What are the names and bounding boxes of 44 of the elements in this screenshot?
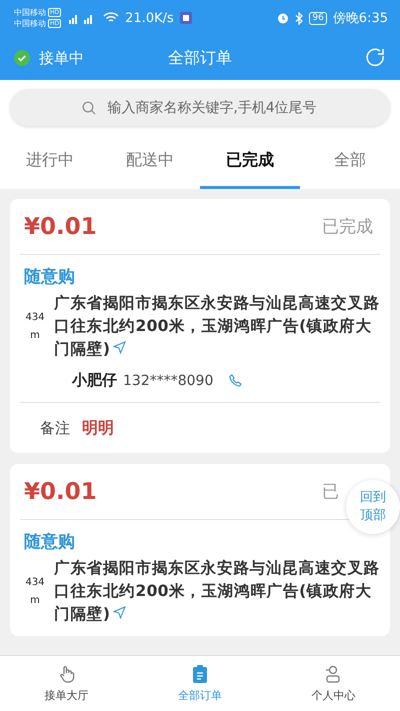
order-tab[interactable]: 全部 <box>300 134 400 189</box>
bluetooth-icon <box>295 12 304 24</box>
clipboard-icon <box>192 664 207 682</box>
person-icon <box>325 664 342 682</box>
bottom-nav-item[interactable]: 接单大厅 <box>0 656 134 711</box>
carrier-name: 中国移动 <box>14 18 46 29</box>
wifi-icon <box>103 12 120 24</box>
hand-icon <box>58 664 75 682</box>
order-status: 已 <box>322 482 339 502</box>
alarm-icon <box>277 12 290 24</box>
customer-name: 小肥仔 <box>72 371 117 390</box>
order-price: ¥0.01 <box>23 478 97 504</box>
navigation-icon[interactable] <box>113 341 126 354</box>
battery-level: 96 <box>309 12 327 24</box>
check-icon <box>14 50 30 66</box>
customer-phone: 132****8090 <box>123 372 214 388</box>
delivery-address: 广东省揭阳市揭东区永安路与汕昆高速交叉路口往东北约200米，玉湖鸿晖广告(镇政府大门隔壁) <box>54 293 380 360</box>
phone-icon[interactable] <box>229 374 242 387</box>
bottom-nav-item[interactable]: 个人中心 <box>266 656 400 711</box>
clock-time: 傍晚6:35 <box>332 10 388 27</box>
accepting-orders-status[interactable]: 接单中 <box>39 48 84 68</box>
bottom-nav-item[interactable]: 全部订单 <box>133 656 267 711</box>
shop-name: 随意购 <box>23 531 76 554</box>
app-notification-icon <box>180 12 192 24</box>
distance-value: 434 <box>25 310 45 324</box>
shop-name: 随意购 <box>23 266 76 289</box>
distance-value: 434 <box>25 576 45 590</box>
distance-unit: m <box>30 594 40 608</box>
network-speed: 21.0K/s <box>125 10 174 26</box>
navigation-icon[interactable] <box>113 606 126 619</box>
search-icon <box>82 101 96 115</box>
refresh-icon[interactable] <box>364 47 386 69</box>
order-tab[interactable]: 已完成 <box>200 134 300 189</box>
search-field[interactable]: 输入商家名称关键字,手机4位尾号 <box>10 89 390 126</box>
order-status: 已完成 <box>322 217 373 237</box>
order-price: ¥0.01 <box>23 214 97 240</box>
note-label: 备注 <box>40 418 70 438</box>
distance-unit: m <box>30 328 40 342</box>
order-tab[interactable]: 配送中 <box>100 134 200 189</box>
note-text: 明明 <box>82 418 114 438</box>
delivery-address: 广东省揭阳市揭东区永安路与汕昆高速交叉路口往东北约200米，玉湖鸿晖广告(镇政府大门隔壁) <box>54 558 380 625</box>
carrier-name: 中国移动 <box>14 7 46 18</box>
page-title: 全部订单 <box>168 48 232 68</box>
order-tab[interactable]: 进行中 <box>0 134 100 189</box>
